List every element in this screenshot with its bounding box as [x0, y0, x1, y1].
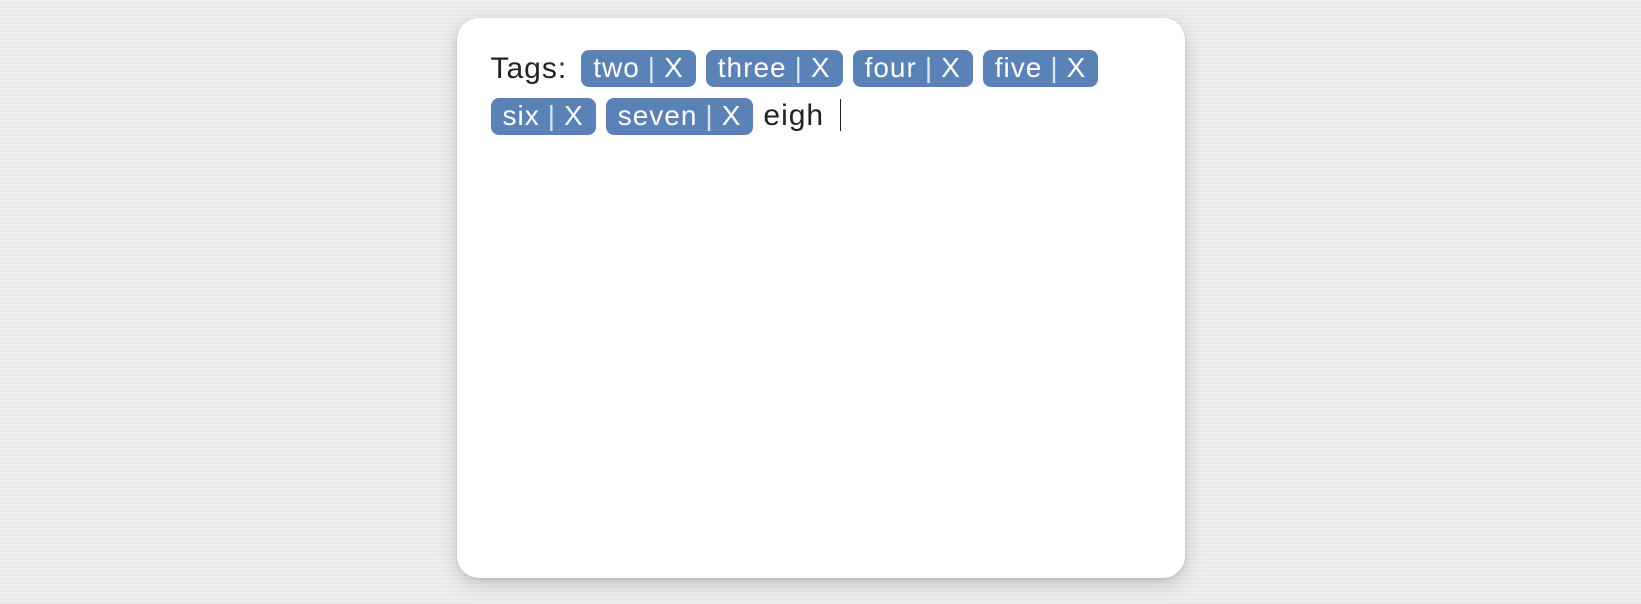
close-icon[interactable]: X: [939, 54, 961, 82]
tag-input-wrap[interactable]: [763, 97, 853, 135]
tags-card: Tags: two | X three | X four | X five | …: [457, 18, 1185, 578]
close-icon[interactable]: X: [562, 102, 584, 130]
tags-area[interactable]: Tags: two | X three | X four | X five | …: [491, 50, 1151, 135]
tags-label: Tags:: [491, 54, 568, 84]
close-icon[interactable]: X: [720, 102, 742, 130]
tag-text: six: [503, 102, 542, 130]
tag-text: three: [718, 54, 789, 82]
tag-six[interactable]: six | X: [491, 98, 596, 135]
tag-two[interactable]: two | X: [581, 50, 696, 87]
close-icon[interactable]: X: [1065, 54, 1087, 82]
tag-seven[interactable]: seven | X: [606, 98, 754, 135]
tag-separator: |: [699, 102, 719, 130]
tag-text: two: [593, 54, 642, 82]
tag-separator: |: [542, 102, 562, 130]
text-cursor: [840, 99, 842, 131]
tag-text: four: [865, 54, 919, 82]
tag-separator: |: [789, 54, 809, 82]
tag-separator: |: [919, 54, 939, 82]
tag-three[interactable]: three | X: [706, 50, 843, 87]
tag-four[interactable]: four | X: [853, 50, 973, 87]
tag-separator: |: [1044, 54, 1064, 82]
close-icon[interactable]: X: [809, 54, 831, 82]
tag-separator: |: [642, 54, 662, 82]
close-icon[interactable]: X: [662, 54, 684, 82]
tag-text: five: [995, 54, 1045, 82]
tag-five[interactable]: five | X: [983, 50, 1099, 87]
tag-text: seven: [618, 102, 700, 130]
